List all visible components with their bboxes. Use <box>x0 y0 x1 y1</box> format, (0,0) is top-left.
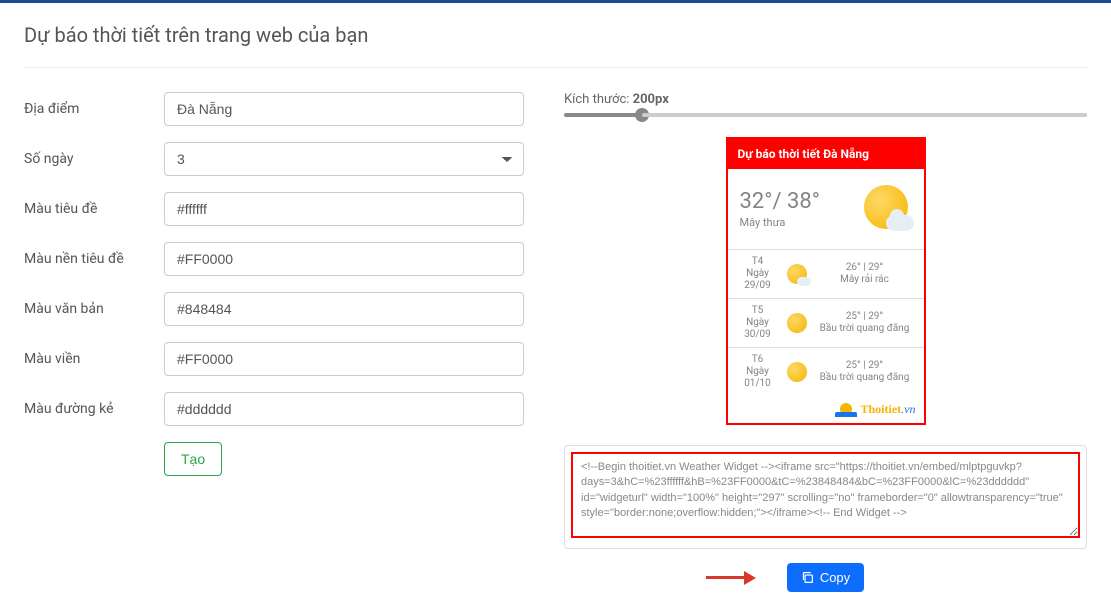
sun-icon <box>780 313 814 333</box>
preview-panel: Kích thước: 200px Dự báo thời tiết Đà Nẵ… <box>564 92 1087 592</box>
slider-thumb[interactable] <box>635 108 649 122</box>
page-title: Dự báo thời tiết trên trang web của bạn <box>24 23 1087 47</box>
line-color-label: Màu đường kẻ <box>24 401 164 417</box>
weather-widget-preview: Dự báo thời tiết Đà Nẵng 32°/ 38° Mây th… <box>726 137 926 425</box>
forecast-day: T6Ngày01/10 <box>736 354 780 390</box>
location-input[interactable] <box>164 92 524 126</box>
divider <box>24 67 1087 68</box>
title-color-input[interactable] <box>164 192 524 226</box>
forecast-info: 26° | 29°Mây rải rác <box>814 262 916 286</box>
border-color-input[interactable] <box>164 342 524 376</box>
size-slider[interactable] <box>564 113 1087 117</box>
copy-button[interactable]: Copy <box>787 563 864 592</box>
forecast-row: T6Ngày01/10 25° | 29°Bầu trời quang đãng <box>728 348 924 396</box>
copy-icon <box>801 571 814 584</box>
arrow-annotation <box>706 570 756 586</box>
embed-code-textarea[interactable]: <!--Begin thoitiet.vn Weather Widget -->… <box>571 452 1080 538</box>
brand-icon <box>835 403 857 417</box>
forecast-info: 25° | 29°Bầu trời quang đãng <box>814 311 916 335</box>
sun-icon <box>780 264 814 284</box>
widget-brand: Thoitiet.vn <box>728 396 924 423</box>
forecast-row: T4Ngày29/09 26° | 29°Mây rải rác <box>728 250 924 299</box>
create-button[interactable]: Tạo <box>164 442 222 476</box>
text-color-label: Màu văn bản <box>24 301 164 317</box>
forecast-day: T4Ngày29/09 <box>736 256 780 292</box>
sun-cloud-icon <box>860 183 912 235</box>
title-bg-label: Màu nền tiêu đề <box>24 251 164 267</box>
border-color-label: Màu viền <box>24 351 164 367</box>
text-color-input[interactable] <box>164 292 524 326</box>
widget-header: Dự báo thời tiết Đà Nẵng <box>728 139 924 169</box>
sun-icon <box>780 362 814 382</box>
days-select[interactable]: 3 <box>164 142 524 176</box>
forecast-info: 25° | 29°Bầu trời quang đãng <box>814 360 916 384</box>
location-label: Địa điểm <box>24 101 164 117</box>
current-desc: Mây thưa <box>740 216 820 229</box>
days-label: Số ngày <box>24 151 164 167</box>
forecast-row: T5Ngày30/09 25° | 29°Bầu trời quang đãng <box>728 299 924 348</box>
size-label: Kích thước: 200px <box>564 92 1087 107</box>
title-color-label: Màu tiêu đề <box>24 201 164 217</box>
embed-code-wrap: <!--Begin thoitiet.vn Weather Widget -->… <box>564 445 1087 549</box>
line-color-input[interactable] <box>164 392 524 426</box>
form-panel: Địa điểm Số ngày 3 Màu tiêu đề Màu nền t… <box>24 92 524 592</box>
current-temp: 32°/ 38° <box>740 189 820 214</box>
title-bg-input[interactable] <box>164 242 524 276</box>
forecast-day: T5Ngày30/09 <box>736 305 780 341</box>
